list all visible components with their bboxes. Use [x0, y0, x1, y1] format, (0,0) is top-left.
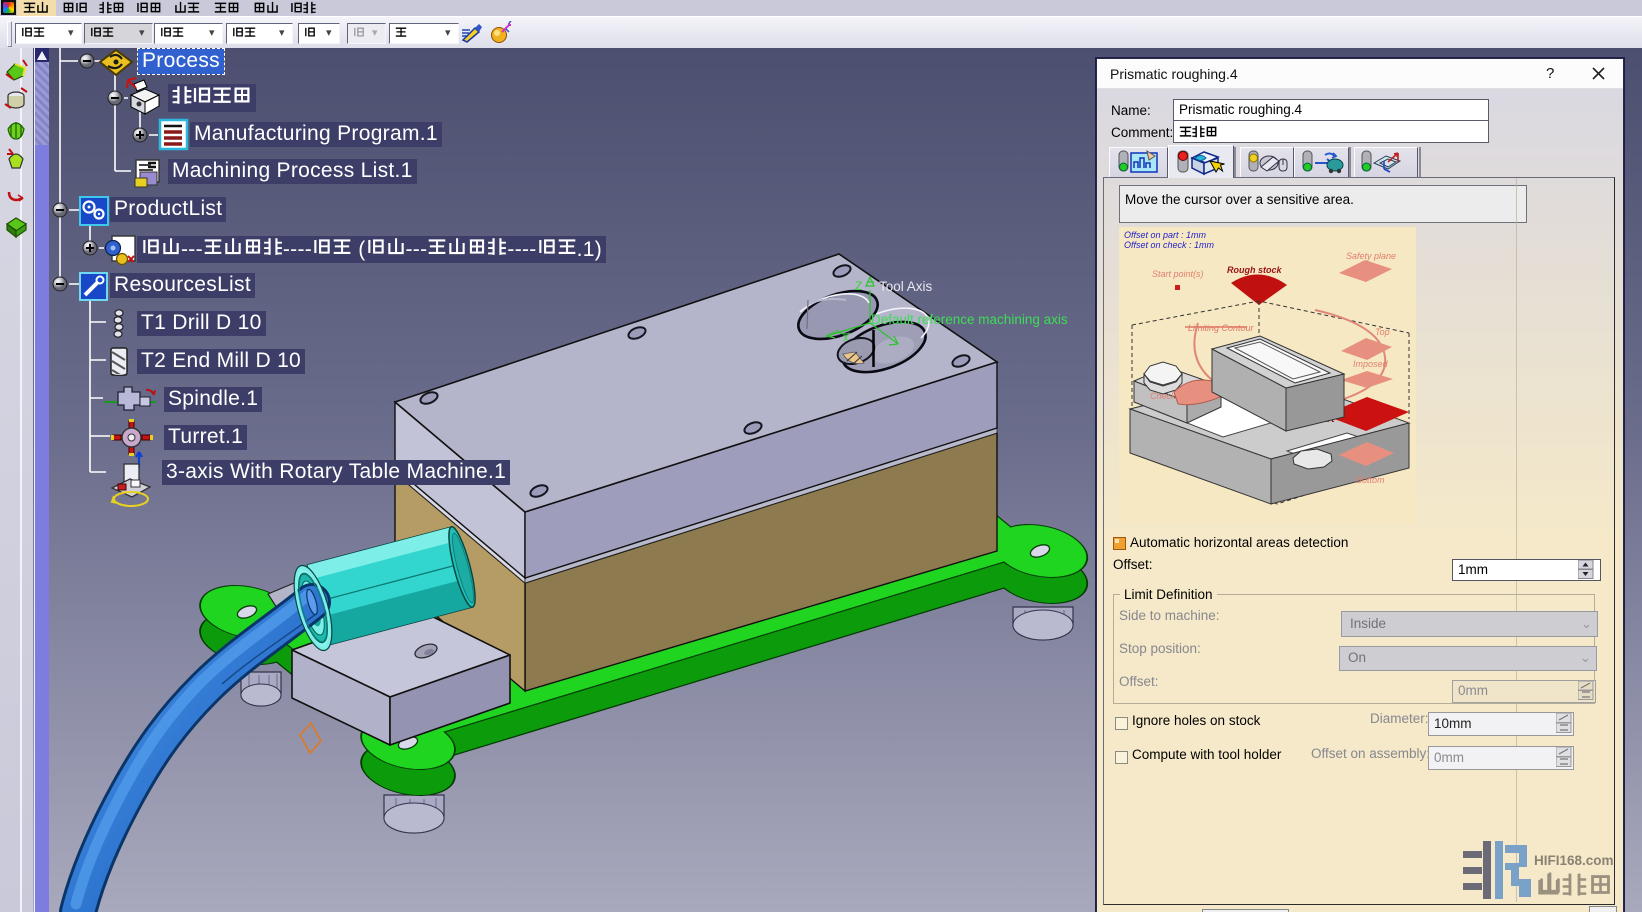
svg-text:Rough stock: Rough stock — [1227, 265, 1282, 275]
svg-text:Tool Axis: Tool Axis — [879, 279, 933, 294]
svg-text:Limiting Contour: Limiting Contour — [1188, 323, 1255, 333]
svg-text:Safety plane: Safety plane — [1346, 251, 1396, 261]
svg-text:Offset on part : 1mm: Offset on part : 1mm — [1124, 230, 1207, 240]
svg-text:Start point(s): Start point(s) — [1152, 269, 1204, 279]
svg-text:Top: Top — [1375, 327, 1390, 337]
svg-text:Offset on check : 1mm: Offset on check : 1mm — [1124, 240, 1215, 250]
svg-text:Default reference machining ax: Default reference machining axis — [871, 312, 1068, 327]
svg-text:Imposed: Imposed — [1353, 359, 1389, 369]
svg-text:Z: Z — [855, 279, 862, 293]
svg-text:HIFI168.com: HIFI168.com — [1534, 853, 1613, 868]
svg-text:Bottom: Bottom — [1356, 475, 1385, 485]
svg-text:Check: Check — [1150, 391, 1176, 401]
svg-text:x: x — [843, 332, 849, 344]
